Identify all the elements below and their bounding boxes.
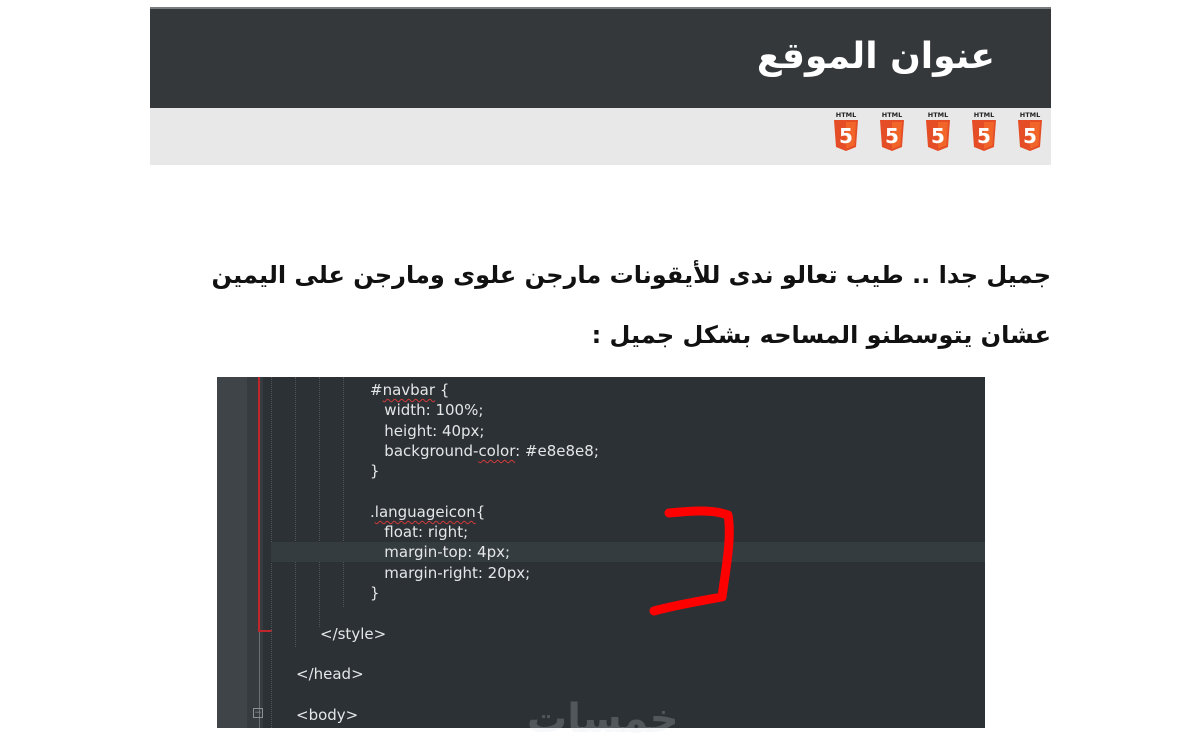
code-line: .languageicon{ [370,502,486,521]
indent-guide [319,377,321,627]
editor-gutter [217,377,247,728]
html5-icon[interactable]: HTML 5 [877,110,907,152]
fold-gutter [247,377,263,728]
spellcheck-squiggle: color [478,441,516,460]
spellcheck-squiggle: languageicon [374,502,476,521]
html-label: HTML [1020,111,1040,119]
code-editor-screenshot: − #navbar { width: 100%; height: 40px; b… [217,377,985,728]
red-bracket-annotation [649,506,734,616]
html-label: HTML [836,111,856,119]
code-line: margin-right: 20px; [370,563,531,582]
code-line: } [370,584,380,602]
html5-icon[interactable]: HTML 5 [923,110,953,152]
site-mockup: عنوان الموقع HTML 5 HTML 5 HTML 5 HTML 5 HTML 5 [150,7,1051,165]
code-line: background-color: #e8e8e8; [370,441,599,460]
code-line: width: 100%; [370,401,484,420]
code-line: </head> [296,665,364,684]
html5-glyph: 5 [839,124,853,148]
html5-icon[interactable]: HTML 5 [831,110,861,152]
indent-guide [343,377,345,607]
article-text: جميل جدا .. طيب تعالو ندى للأيقونات مارج… [191,245,1051,365]
bracket-stroke [649,506,734,616]
article-line: عشان يتوسطنو المساحه بشكل جميل : [591,321,1051,349]
code-line: #navbar { [370,381,450,399]
code-line: height: 40px; [370,421,485,440]
html5-icon[interactable]: HTML 5 [969,110,999,152]
article-line: جميل جدا .. طيب تعالو ندى للأيقونات مارج… [211,261,1051,289]
html-label: HTML [928,111,948,119]
code-line: float: right; [370,523,469,542]
html-label: HTML [882,111,902,119]
code-line: margin-top: 4px; [370,543,511,562]
code-line: <body> [296,705,359,724]
spellcheck-squiggle: navbar [382,381,436,399]
html5-glyph: 5 [977,124,991,148]
html5-icon[interactable]: HTML 5 [1015,110,1045,152]
html5-glyph: 5 [885,124,899,148]
collapse-icon: − [253,708,263,718]
watermark-logo: خمسات [527,696,679,742]
page: عنوان الموقع HTML 5 HTML 5 HTML 5 HTML 5 HTML 5 ج… [0,0,1201,748]
indent-guide [295,377,297,647]
code-line: </style> [320,624,387,643]
fold-range-bar [258,377,260,632]
site-header: عنوان الموقع [150,7,1051,108]
site-navbar: HTML 5 HTML 5 HTML 5 HTML 5 HTML 5 [150,108,1051,165]
html5-glyph: 5 [1023,124,1037,148]
code-line: } [370,462,380,481]
fold-range-end [258,630,272,632]
site-title: عنوان الموقع [756,36,995,77]
html5-glyph: 5 [931,124,945,148]
html-label: HTML [974,111,994,119]
language-icons: HTML 5 HTML 5 HTML 5 HTML 5 HTML 5 [831,110,1045,152]
